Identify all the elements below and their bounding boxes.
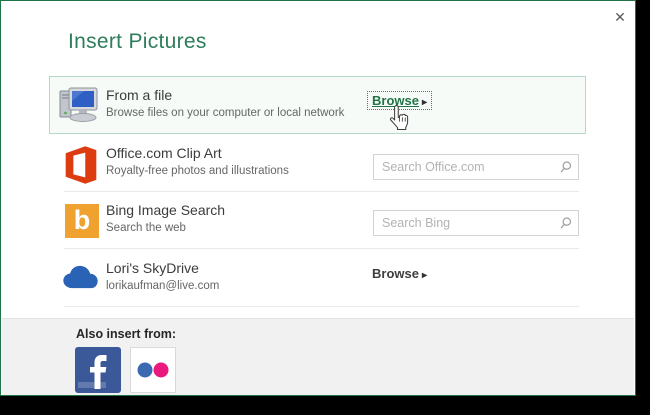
provider-subtitle-from-file: Browse files on your computer or local n…	[106, 107, 345, 119]
bing-search-input[interactable]	[374, 211, 578, 235]
skydrive-cloud-icon	[60, 264, 101, 295]
bing-icon: b	[65, 204, 99, 238]
provider-title-office-clipart: Office.com Clip Art	[106, 145, 222, 161]
bing-letter: b	[73, 205, 91, 235]
office-logo-icon	[64, 146, 98, 189]
provider-title-skydrive: Lori's SkyDrive	[106, 260, 199, 276]
row-divider	[64, 248, 579, 249]
office-search-input[interactable]	[374, 155, 578, 179]
provider-title-from-file: From a file	[106, 87, 173, 103]
office-search-box	[373, 154, 579, 180]
row-divider	[64, 191, 579, 192]
provider-subtitle-skydrive: lorikaufman@live.com	[106, 280, 220, 292]
facebook-icon[interactable]	[75, 347, 121, 393]
browse-skydrive-button[interactable]: Browse ▸	[372, 266, 427, 281]
provider-subtitle-bing: Search the web	[106, 222, 186, 234]
search-icon[interactable]	[558, 160, 573, 180]
row-divider	[64, 306, 579, 307]
browse-file-button[interactable]: Browse ▸	[367, 91, 432, 110]
browse-arrow-icon: ▸	[421, 97, 427, 108]
close-icon[interactable]: ✕	[608, 6, 632, 28]
dialog-title: Insert Pictures	[68, 30, 207, 53]
bing-search-box	[373, 210, 579, 236]
also-insert-label: Also insert from:	[76, 327, 177, 341]
provider-row-from-file[interactable]	[49, 76, 586, 134]
browse-arrow-icon: ▸	[421, 270, 427, 281]
provider-subtitle-office-clipart: Royalty-free photos and illustrations	[106, 165, 289, 177]
insert-pictures-dialog: Insert Pictures ✕ From a file Browse fil…	[0, 0, 636, 396]
search-icon[interactable]	[558, 216, 573, 236]
provider-title-bing: Bing Image Search	[106, 202, 226, 218]
flickr-icon[interactable]	[130, 347, 176, 393]
also-insert-footer: Also insert from:	[2, 318, 634, 395]
computer-icon	[57, 87, 99, 128]
